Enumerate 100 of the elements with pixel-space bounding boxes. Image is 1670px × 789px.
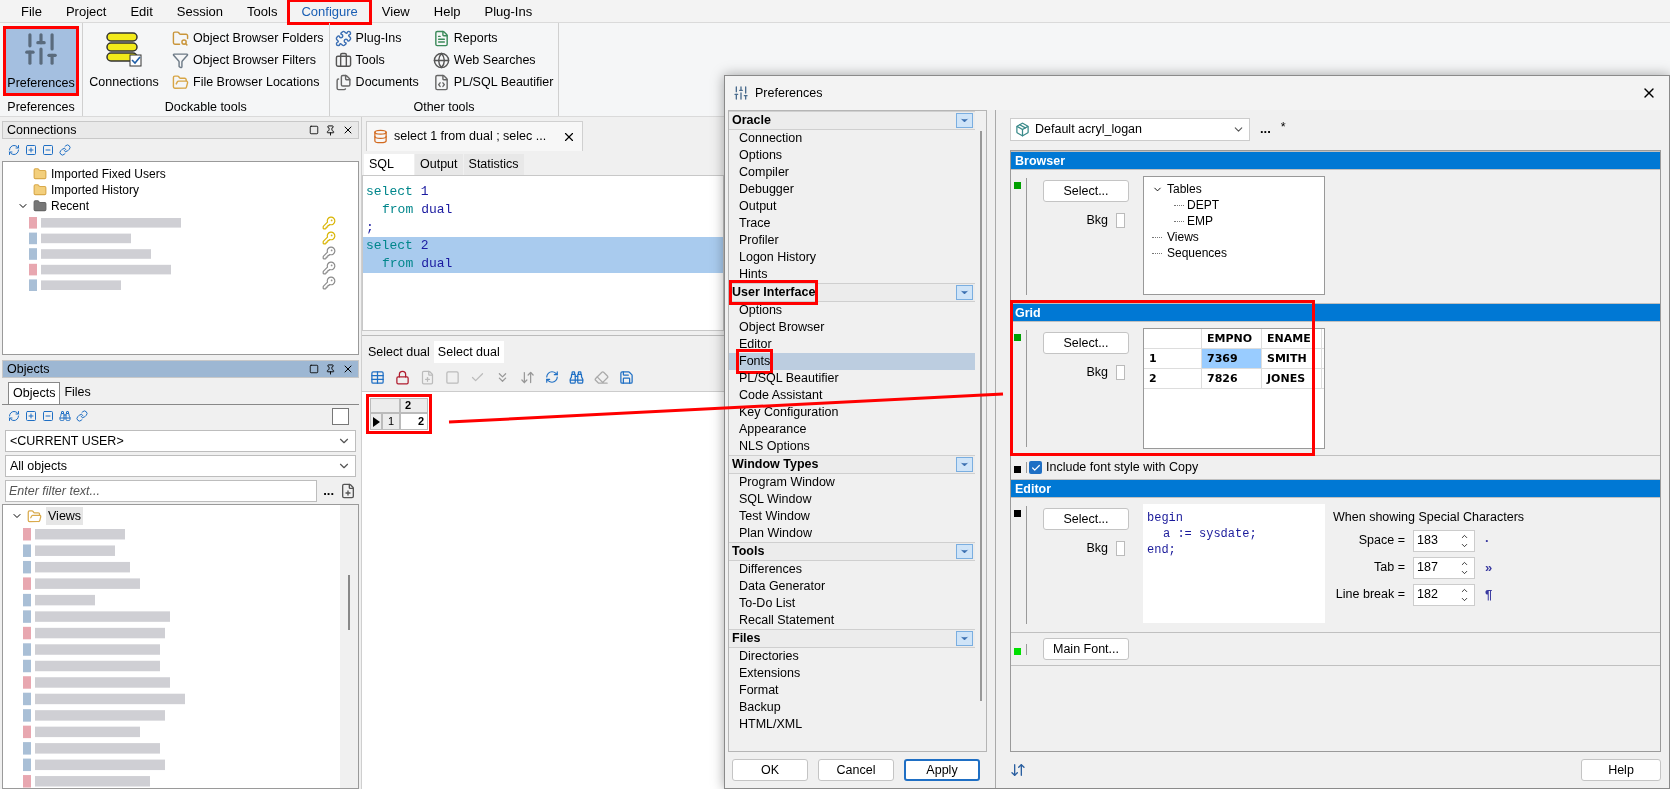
ribbon-button[interactable]: Object Browser Filters [170, 49, 326, 71]
editor-tab[interactable]: Output [415, 154, 463, 175]
refresh-icon[interactable] [8, 410, 20, 422]
document-tab[interactable]: select 1 from dual ; selec ... [366, 121, 584, 151]
collapse-icon[interactable] [42, 144, 54, 156]
ribbon-button[interactable]: Documents [332, 71, 421, 93]
find-icon[interactable] [59, 410, 71, 422]
select-button[interactable]: Select... [1043, 180, 1129, 203]
tree-item[interactable]: Recent [51, 197, 90, 215]
category-item[interactable]: Extensions [729, 665, 975, 682]
pin-icon[interactable] [325, 363, 336, 375]
category-item[interactable]: Backup [729, 699, 975, 716]
category-item[interactable]: Key Configuration [729, 404, 975, 421]
category-item[interactable]: Compiler [729, 164, 975, 181]
dialog-button[interactable]: OK [732, 759, 808, 781]
collapse-button[interactable] [956, 457, 973, 472]
select-button[interactable]: Select... [1043, 332, 1129, 355]
scrollbar[interactable] [340, 505, 358, 788]
category-item[interactable]: Debugger [729, 181, 975, 198]
category-item[interactable]: Hints [729, 266, 975, 283]
collapse-button[interactable] [956, 631, 973, 646]
category-header[interactable]: Files [732, 629, 761, 648]
category-item[interactable]: Code Assistant [729, 387, 975, 404]
column-header[interactable]: 2 [400, 398, 428, 413]
category-item[interactable]: NLS Options [729, 438, 975, 455]
category-item[interactable]: Output [729, 198, 975, 215]
category-item[interactable]: Options [729, 147, 975, 164]
collapse-icon[interactable] [42, 410, 54, 422]
select-button[interactable]: Select... [1043, 508, 1129, 531]
dialog-button[interactable]: Apply [904, 759, 980, 781]
ribbon-button[interactable]: Web Searches [430, 49, 556, 71]
editor-tab[interactable]: SQL [364, 154, 414, 175]
more-button[interactable]: ... [1260, 119, 1271, 139]
tree-item[interactable]: Imported Fixed Users [51, 165, 166, 183]
dialog-button[interactable]: Cancel [818, 759, 894, 781]
bkg-checkbox[interactable] [1116, 541, 1125, 557]
menu-item[interactable]: Configure [290, 2, 369, 22]
menu-item[interactable]: Plug-Ins [473, 2, 544, 22]
tree-item[interactable]: Views [46, 506, 84, 526]
float-icon[interactable] [309, 125, 319, 135]
expand-icon[interactable] [25, 410, 37, 422]
ribbon-button[interactable]: Plug-Ins [332, 27, 421, 49]
category-item[interactable]: Options [729, 302, 975, 319]
category-item[interactable]: Directories [729, 648, 975, 665]
menu-item[interactable]: Edit [119, 2, 164, 22]
menu-item[interactable]: Help [422, 2, 472, 22]
sql-editor[interactable]: select 1 from dual ; select 2 from dual [362, 175, 724, 331]
category-item[interactable]: Object Browser [729, 319, 975, 336]
ribbon-button[interactable]: File Browser Locations [170, 71, 326, 93]
menu-item[interactable]: Session [165, 2, 235, 22]
filter-field[interactable]: Enter filter text... [5, 480, 318, 502]
menu-item[interactable]: View [370, 2, 421, 22]
category-item[interactable]: Data Generator [729, 578, 975, 595]
collapse-button[interactable] [956, 285, 973, 300]
export-icon[interactable] [619, 369, 634, 385]
ribbon-button[interactable]: Connections [86, 26, 162, 96]
number-spinner[interactable]: 183 [1413, 529, 1475, 552]
collapse-button[interactable] [956, 544, 973, 559]
ribbon-button[interactable]: Reports [430, 27, 556, 49]
sort-icon[interactable] [520, 369, 535, 385]
table-cell[interactable]: 2 [400, 413, 428, 430]
category-header[interactable]: Oracle [732, 111, 771, 130]
refresh-icon[interactable] [8, 144, 20, 156]
find-icon[interactable] [569, 369, 584, 385]
category-header[interactable]: Tools [732, 542, 765, 561]
ribbon-button[interactable]: Object Browser Folders [170, 27, 326, 49]
category-item[interactable]: Connection [729, 130, 975, 147]
menu-item[interactable]: File [10, 2, 53, 22]
dropdown[interactable]: <CURRENT USER> [5, 430, 356, 452]
checkbox[interactable] [1029, 461, 1042, 474]
ribbon-button[interactable]: Preferences [3, 26, 79, 96]
number-spinner[interactable]: 182 [1413, 583, 1475, 606]
category-item[interactable]: PL/SQL Beautifier [729, 370, 975, 387]
help-button[interactable]: Help [1581, 759, 1661, 781]
category-item[interactable]: Recall Statement [729, 612, 975, 629]
float-icon[interactable] [309, 364, 319, 374]
profile-dropdown[interactable]: Default acryl_logan [1010, 117, 1250, 141]
editor-tab[interactable]: Statistics [463, 154, 524, 175]
result-grid[interactable]: 2 1 2 [366, 394, 432, 434]
category-item[interactable]: Profiler [729, 232, 975, 249]
result-tab[interactable]: Select dual [364, 341, 434, 363]
ribbon-button[interactable]: PL/SQL Beautifier [430, 71, 556, 93]
panel-tab[interactable]: Files [60, 382, 95, 404]
pin-icon[interactable] [325, 124, 336, 136]
link-icon[interactable] [76, 410, 88, 422]
category-item[interactable]: HTML/XML [729, 716, 975, 733]
main-font-button[interactable]: Main Font... [1043, 638, 1129, 660]
category-item[interactable]: Editor [729, 336, 975, 353]
category-item[interactable]: Program Window [729, 474, 975, 491]
more-button[interactable]: ... [321, 481, 336, 501]
toggle-button[interactable] [332, 407, 349, 425]
category-item[interactable]: Test Window [729, 508, 975, 525]
collapse-button[interactable] [956, 113, 973, 128]
link-icon[interactable] [59, 144, 71, 156]
result-tab[interactable]: Select dual [433, 341, 504, 363]
category-item[interactable]: Differences [729, 561, 975, 578]
category-item[interactable]: Logon History [729, 249, 975, 266]
close-icon[interactable] [342, 363, 354, 375]
category-item[interactable]: Trace [729, 215, 975, 232]
new-file-icon[interactable] [340, 483, 356, 499]
